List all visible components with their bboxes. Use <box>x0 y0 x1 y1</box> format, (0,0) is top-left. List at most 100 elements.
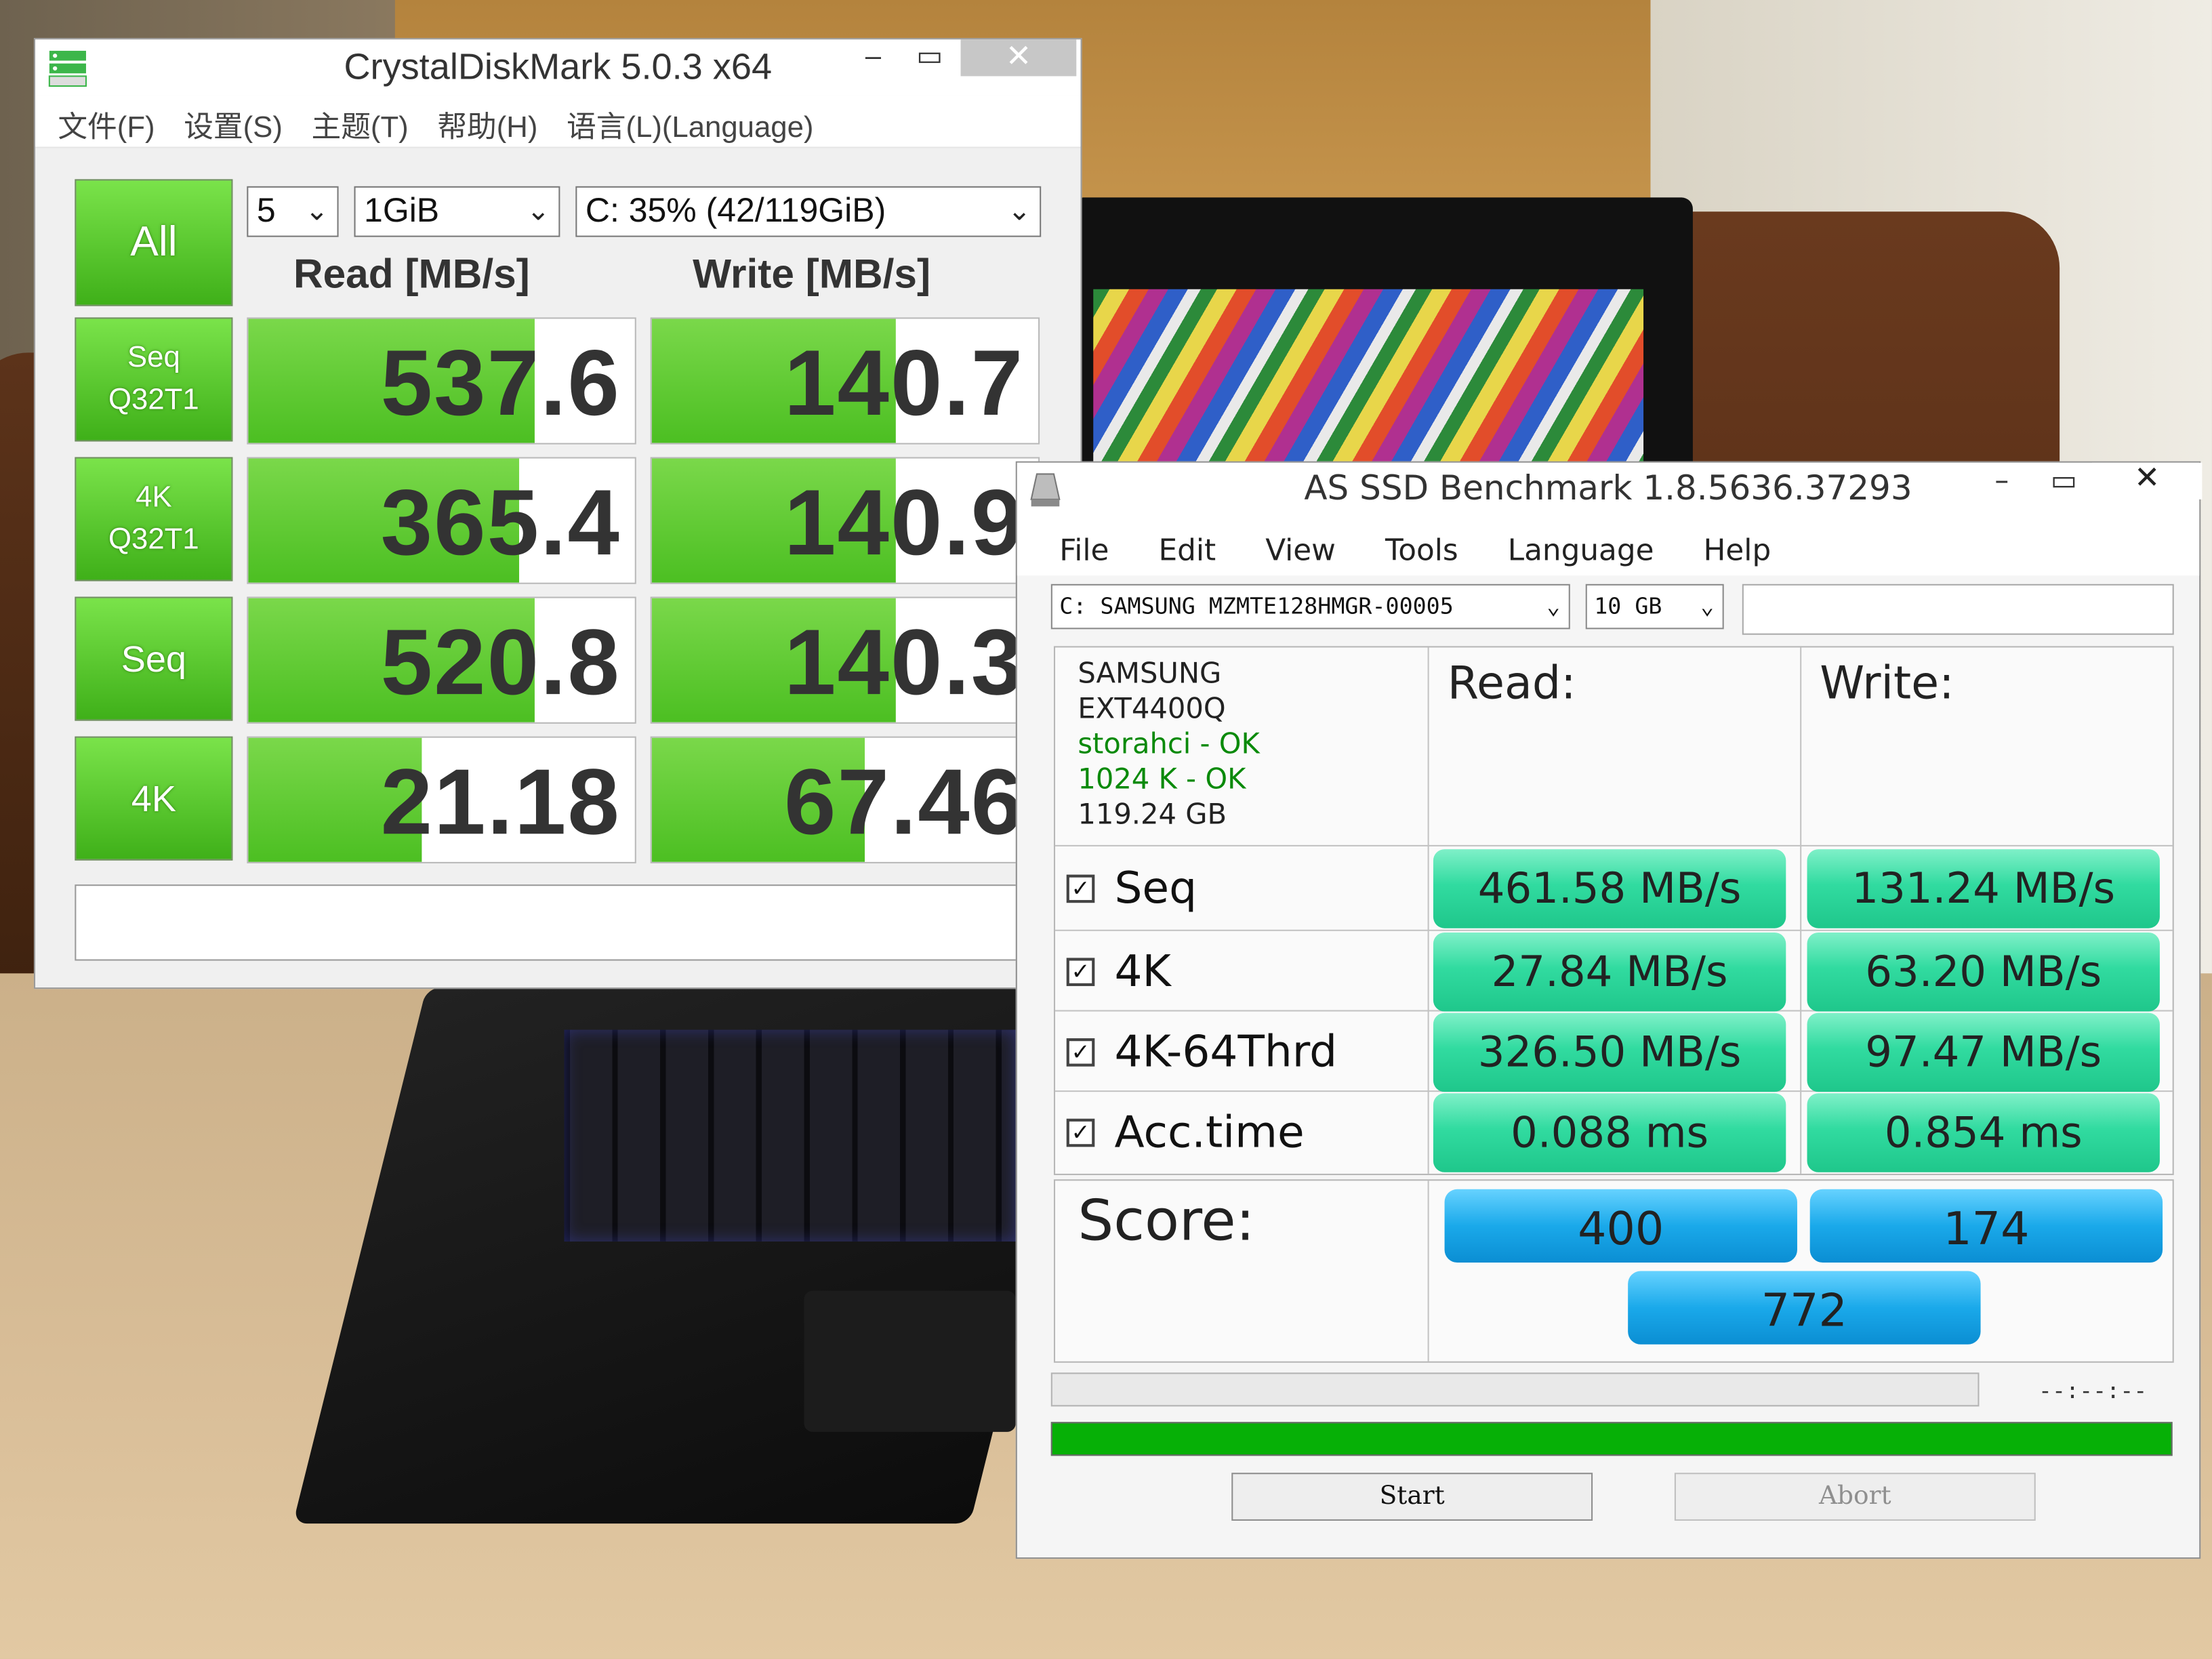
write-score: 174 <box>1809 1189 2163 1263</box>
test-size-select[interactable]: 1GiB ⌄ <box>354 186 560 237</box>
write-value: 67.46 <box>784 749 1025 854</box>
test-progress-bar <box>1050 1372 1980 1407</box>
menu-file[interactable]: File <box>1059 533 1109 567</box>
divider <box>1055 929 2173 931</box>
row-label: 4K <box>131 777 177 820</box>
row-label: Seq <box>121 637 187 680</box>
minimize-button[interactable]: – <box>1971 463 2033 499</box>
drive-info: SAMSUNG EXT4400Q storahci - OK 1024 K - … <box>1078 656 1260 832</box>
4k-button[interactable]: 4K <box>75 736 233 861</box>
chevron-down-icon: ⌄ <box>1700 592 1715 619</box>
read-header: Read: <box>1447 655 1576 710</box>
seq-button[interactable]: Seq <box>75 596 233 721</box>
drive-capacity: 119.24 GB <box>1078 797 1227 832</box>
row-sublabel: Q32T1 <box>108 384 199 417</box>
overall-progress-bar <box>1050 1422 2173 1456</box>
menu-edit[interactable]: Edit <box>1158 533 1216 567</box>
read-header: Read [MB/s] <box>293 252 530 298</box>
seq-write: 140.3 <box>650 596 1040 724</box>
acc-time-row-label[interactable]: ✓ Acc.time <box>1066 1097 1305 1168</box>
row-label: 4K <box>136 480 172 514</box>
4k-64thrd-checkbox[interactable]: ✓ <box>1066 1038 1095 1067</box>
maximize-button[interactable]: ▭ <box>899 39 961 76</box>
divider <box>1427 647 1429 1174</box>
score-label: Score: <box>1078 1189 1255 1254</box>
4k-write-result: 63.20 MB/s <box>1807 932 2160 1012</box>
seq-checkbox[interactable]: ✓ <box>1066 874 1095 903</box>
drive-select[interactable]: C: SAMSUNG MZMTE128HMGR-00005 ⌄ <box>1050 583 1570 630</box>
4k-read: 21.18 <box>247 736 636 863</box>
row-label: Acc.time <box>1114 1107 1305 1158</box>
menu-help[interactable]: Help <box>1704 533 1771 567</box>
keyboard <box>564 1029 1016 1242</box>
abort-button[interactable]: Abort <box>1674 1473 2036 1521</box>
drive-brand: SAMSUNG <box>1078 655 1222 690</box>
divider <box>1055 844 2173 846</box>
all-button[interactable]: All <box>75 179 233 306</box>
acc-time-write-result: 0.854 ms <box>1807 1093 2160 1172</box>
score-panel: Score: 400 174 772 <box>1053 1179 2174 1363</box>
row-sublabel: Q32T1 <box>108 523 199 556</box>
drive-value: C: 35% (42/119GiB) <box>585 192 886 230</box>
4k-checkbox[interactable]: ✓ <box>1066 958 1095 987</box>
4k-64thrd-row-label[interactable]: ✓ 4K-64Thrd <box>1066 1017 1337 1088</box>
seq-q32t1-write: 140.7 <box>650 317 1040 445</box>
test-size-select[interactable]: 10 GB ⌄ <box>1585 583 1724 630</box>
menu-bar: File Edit View Tools Language Help <box>1017 519 2200 576</box>
laptop-screen <box>1093 289 1644 473</box>
seq-q32t1-button[interactable]: Seq Q32T1 <box>75 317 233 442</box>
chevron-down-icon: ⌄ <box>1547 592 1561 619</box>
elapsed-time: --:--:-- <box>2038 1376 2148 1404</box>
4k-row-label[interactable]: ✓ 4K <box>1066 937 1171 1007</box>
acc-time-checkbox[interactable]: ✓ <box>1066 1118 1095 1147</box>
read-value: 365.4 <box>380 470 621 575</box>
write-value: 140.3 <box>784 609 1025 714</box>
write-value: 140.9 <box>784 470 1025 575</box>
row-label: Seq <box>1114 863 1197 914</box>
comment-field[interactable] <box>75 884 1063 961</box>
close-button[interactable]: ✕ <box>2092 462 2203 499</box>
driver-status: storahci - OK <box>1078 726 1260 760</box>
alignment-status: 1024 K - OK <box>1078 762 1246 796</box>
read-value: 21.18 <box>380 749 621 854</box>
divider <box>1427 1181 1429 1361</box>
test-size-value: 10 GB <box>1594 592 1662 619</box>
4k-q32t1-read: 365.4 <box>247 457 636 584</box>
start-button[interactable]: Start <box>1231 1473 1593 1521</box>
menu-theme[interactable]: 主题(T) <box>311 104 408 146</box>
menu-language[interactable]: 语言(L)(Language) <box>567 104 813 146</box>
menu-file[interactable]: 文件(F) <box>58 104 155 146</box>
seq-row-label[interactable]: ✓ Seq <box>1066 853 1197 924</box>
trackpad <box>804 1290 1016 1432</box>
test-count-select[interactable]: 5 ⌄ <box>247 186 339 237</box>
write-header: Write: <box>1820 655 1954 710</box>
title-bar: AS SSD Benchmark 1.8.5636.37293 – ▭ ✕ <box>1017 462 2203 520</box>
read-score: 400 <box>1444 1189 1797 1263</box>
seq-read-result: 461.58 MB/s <box>1433 849 1786 928</box>
menu-view[interactable]: View <box>1265 533 1336 567</box>
4k-64thrd-read-result: 326.50 MB/s <box>1433 1012 1786 1092</box>
maximize-button[interactable]: ▭ <box>2033 463 2095 499</box>
menu-language[interactable]: Language <box>1508 533 1654 567</box>
4k-q32t1-button[interactable]: 4K Q32T1 <box>75 457 233 581</box>
minimize-button[interactable]: – <box>842 39 905 76</box>
status-field <box>1742 583 2174 635</box>
menu-help[interactable]: 帮助(H) <box>437 104 537 146</box>
row-label: Seq <box>127 341 180 374</box>
close-button[interactable]: ✕ <box>960 39 1077 77</box>
4k-q32t1-write: 140.9 <box>650 457 1040 584</box>
read-value: 537.6 <box>380 330 621 435</box>
menu-bar: 文件(F) 设置(S) 主题(T) 帮助(H) 语言(L)(Language) <box>35 96 1081 148</box>
title-bar: CrystalDiskMark 5.0.3 x64 – ▭ ✕ <box>35 39 1081 96</box>
menu-tools[interactable]: Tools <box>1385 533 1458 567</box>
menu-settings[interactable]: 设置(S) <box>184 104 283 146</box>
read-value: 520.8 <box>380 609 621 714</box>
crystaldiskmark-window: CrystalDiskMark 5.0.3 x64 – ▭ ✕ 文件(F) 设置… <box>33 38 1082 989</box>
drive-select[interactable]: C: 35% (42/119GiB) ⌄ <box>575 186 1042 237</box>
test-count-value: 5 <box>256 192 276 230</box>
test-size-value: 1GiB <box>364 192 440 230</box>
row-label: 4K <box>1114 946 1171 998</box>
seq-q32t1-read: 537.6 <box>247 317 636 445</box>
chevron-down-icon: ⌄ <box>305 196 329 228</box>
4k-64thrd-write-result: 97.47 MB/s <box>1807 1012 2160 1092</box>
